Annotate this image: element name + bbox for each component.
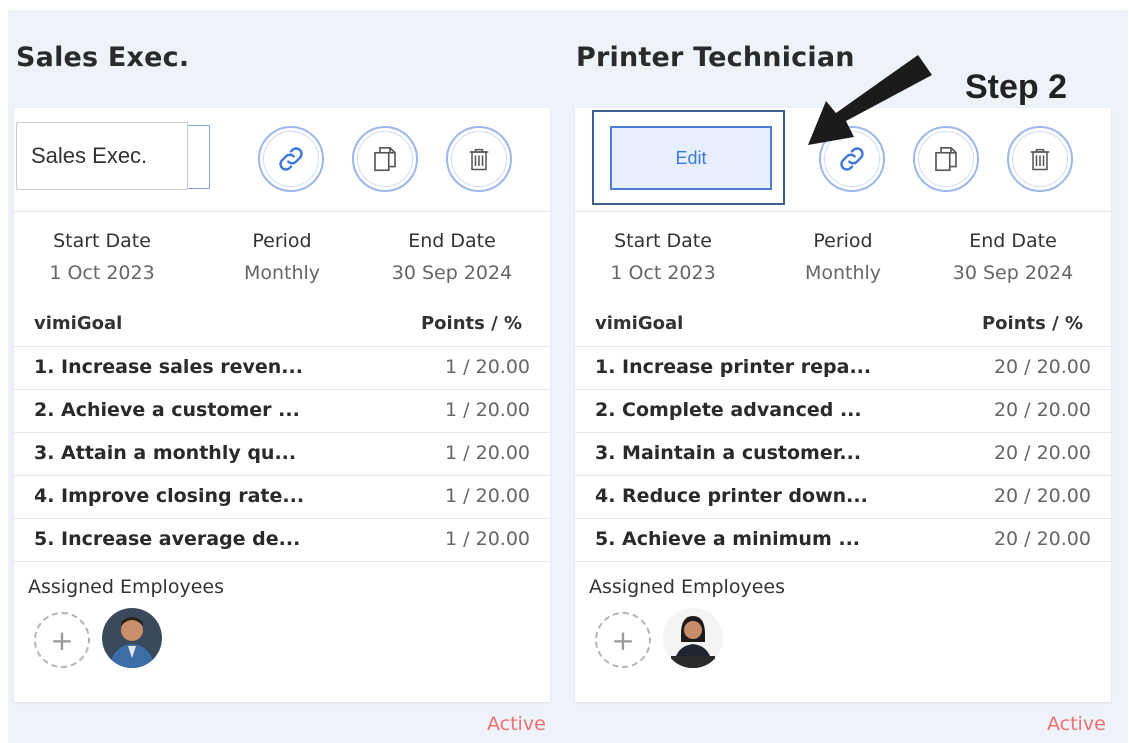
- goal-table-header: vimiGoal Points / %: [14, 313, 550, 345]
- goal-label: 3. Maintain a customer...: [595, 442, 862, 464]
- period-label: Period: [813, 230, 873, 252]
- status-badge: Active: [487, 713, 546, 735]
- start-date-label: Start Date: [614, 230, 712, 252]
- end-date-label: End Date: [408, 230, 496, 252]
- goal-label: 1. Increase sales reven...: [34, 356, 303, 378]
- status-badge: Active: [1047, 713, 1106, 735]
- card-divider: [14, 211, 550, 212]
- period-label: Period: [252, 230, 312, 252]
- goal-points: 20 / 20.00: [993, 356, 1091, 378]
- end-date: End Date 30 Sep 2024: [382, 230, 522, 284]
- period: Period Monthly: [214, 230, 350, 284]
- avatar[interactable]: [663, 608, 723, 668]
- card-divider: [575, 561, 1111, 562]
- goal-row[interactable]: 1. Increase sales reven... 1 / 20.00: [14, 346, 550, 389]
- period-value: Monthly: [804, 262, 882, 284]
- goal-points: 20 / 20.00: [993, 528, 1091, 550]
- goal-table-header: vimiGoal Points / %: [575, 313, 1111, 345]
- end-date-value: 30 Sep 2024: [391, 262, 513, 284]
- goal-row[interactable]: 3. Attain a monthly qu... 1 / 20.00: [14, 432, 550, 475]
- plus-icon: +: [50, 623, 74, 657]
- input-edge: [188, 125, 210, 189]
- period: Period Monthly: [775, 230, 911, 284]
- assigned-employees-label: Assigned Employees: [28, 576, 224, 598]
- add-employee-button[interactable]: +: [595, 612, 651, 668]
- points-column-header: Points / %: [981, 313, 1083, 334]
- goal-points: 1 / 20.00: [445, 442, 530, 464]
- goal-points: 20 / 20.00: [993, 442, 1091, 464]
- trash-icon: [451, 131, 507, 187]
- goal-row[interactable]: 2. Complete advanced ... 20 / 20.00: [575, 389, 1111, 432]
- copy-icon: [357, 131, 413, 187]
- goal-label: 5. Achieve a minimum ...: [595, 528, 861, 550]
- goal-row[interactable]: 3. Maintain a customer... 20 / 20.00: [575, 432, 1111, 475]
- goal-label: 2. Achieve a customer ...: [34, 399, 300, 421]
- start-date: Start Date 1 Oct 2023: [34, 230, 170, 284]
- copy-button[interactable]: [352, 126, 418, 192]
- start-date-label: Start Date: [53, 230, 151, 252]
- link-button[interactable]: [258, 126, 324, 192]
- role-title-sales: Sales Exec.: [16, 42, 190, 73]
- goal-label: 4. Reduce printer down...: [595, 485, 868, 507]
- link-icon: [263, 131, 319, 187]
- role-name-input[interactable]: Sales Exec.: [16, 122, 188, 190]
- arrow-icon: [808, 55, 932, 145]
- goal-row[interactable]: 5. Achieve a minimum ... 20 / 20.00: [575, 518, 1111, 561]
- points-column-header: Points / %: [420, 313, 522, 334]
- card-divider: [575, 211, 1111, 212]
- date-summary: Start Date 1 Oct 2023 Period Monthly End…: [575, 230, 1111, 290]
- goal-column-header: vimiGoal: [595, 313, 684, 334]
- goal-row[interactable]: 2. Achieve a customer ... 1 / 20.00: [14, 389, 550, 432]
- goal-points: 1 / 20.00: [445, 485, 530, 507]
- goal-row[interactable]: 4. Reduce printer down... 20 / 20.00: [575, 475, 1111, 518]
- end-date-label: End Date: [969, 230, 1057, 252]
- goal-row[interactable]: 1. Increase printer repa... 20 / 20.00: [575, 346, 1111, 389]
- end-date-value: 30 Sep 2024: [952, 262, 1074, 284]
- role-card-sales: Sales Exec. Start Date 1 Oct 2023 Period…: [14, 108, 550, 702]
- start-date: Start Date 1 Oct 2023: [595, 230, 731, 284]
- goal-points: 20 / 20.00: [993, 485, 1091, 507]
- goal-label: 5. Increase average de...: [34, 528, 301, 550]
- step-annotation: Step 2: [965, 68, 1068, 106]
- delete-button[interactable]: [1007, 126, 1073, 192]
- end-date: End Date 30 Sep 2024: [943, 230, 1083, 284]
- start-date-value: 1 Oct 2023: [610, 262, 716, 284]
- assigned-employees-label: Assigned Employees: [589, 576, 785, 598]
- goal-column-header: vimiGoal: [34, 313, 123, 334]
- goal-label: 4. Improve closing rate...: [34, 485, 305, 507]
- goal-points: 1 / 20.00: [445, 399, 530, 421]
- goal-label: 2. Complete advanced ...: [595, 399, 862, 421]
- goal-points: 1 / 20.00: [445, 356, 530, 378]
- edit-highlight: Edit: [592, 110, 785, 205]
- start-date-value: 1 Oct 2023: [49, 262, 155, 284]
- goal-points: 1 / 20.00: [445, 528, 530, 550]
- edit-button[interactable]: Edit: [610, 126, 772, 190]
- goal-row[interactable]: 5. Increase average de... 1 / 20.00: [14, 518, 550, 561]
- date-summary: Start Date 1 Oct 2023 Period Monthly End…: [14, 230, 550, 290]
- trash-icon: [1012, 131, 1068, 187]
- avatar[interactable]: [102, 608, 162, 668]
- goal-points: 20 / 20.00: [993, 399, 1091, 421]
- plus-icon: +: [611, 623, 635, 657]
- goal-label: 1. Increase printer repa...: [595, 356, 872, 378]
- card-divider: [14, 561, 550, 562]
- period-value: Monthly: [243, 262, 321, 284]
- add-employee-button[interactable]: +: [34, 612, 90, 668]
- goal-row[interactable]: 4. Improve closing rate... 1 / 20.00: [14, 475, 550, 518]
- goal-label: 3. Attain a monthly qu...: [34, 442, 297, 464]
- delete-button[interactable]: [446, 126, 512, 192]
